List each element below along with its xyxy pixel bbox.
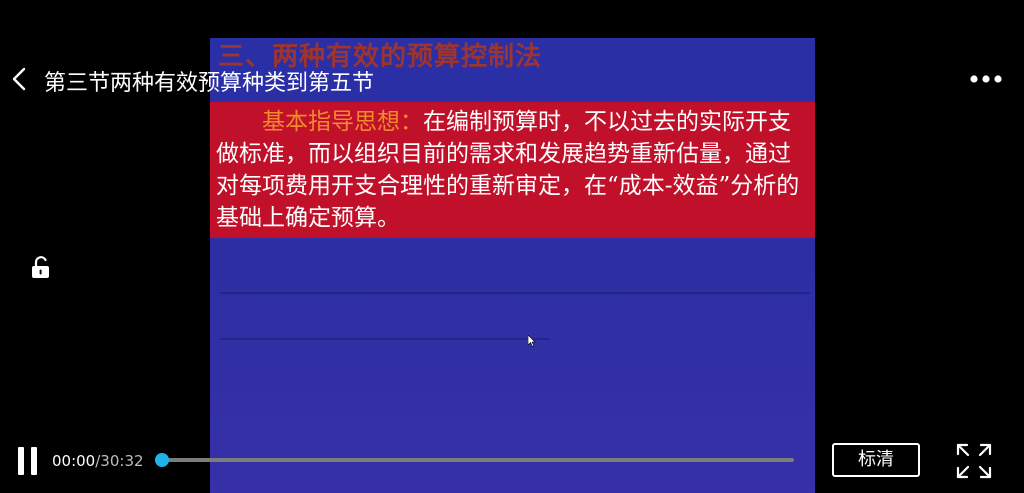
duration: 30:32 bbox=[100, 452, 144, 470]
top-bar: 第三节两种有效预算种类到第五节 bbox=[0, 55, 1024, 103]
quality-button[interactable]: 标清 bbox=[832, 443, 920, 477]
highlight-box: 基本指导思想：在编制预算时，不以过去的实际开支做标准，而以组织目前的需求和发展趋… bbox=[210, 102, 815, 238]
faint-text-line bbox=[220, 292, 810, 294]
unlock-icon[interactable] bbox=[30, 255, 52, 279]
slide-lead-label: 基本指导思想： bbox=[262, 109, 423, 135]
more-dots-icon[interactable] bbox=[966, 67, 1006, 91]
chevron-left-icon[interactable] bbox=[8, 66, 34, 92]
playback-controls: 00:00/30:32 标清 bbox=[0, 440, 1024, 484]
time-display: 00:00/30:32 bbox=[52, 452, 144, 470]
video-frame[interactable]: 三、两种有效的预算控制法 基本指导思想：在编制预算时，不以过去的实际开支做标准，… bbox=[210, 38, 815, 493]
faint-text-line bbox=[220, 338, 550, 340]
current-time: 00:00 bbox=[52, 452, 96, 470]
mouse-cursor-icon bbox=[528, 335, 536, 347]
pause-icon[interactable] bbox=[16, 447, 40, 475]
fullscreen-icon[interactable] bbox=[955, 442, 993, 480]
progress-track[interactable] bbox=[162, 458, 794, 462]
slide-body: 基本指导思想：在编制预算时，不以过去的实际开支做标准，而以组织目前的需求和发展趋… bbox=[216, 106, 811, 234]
video-title: 第三节两种有效预算种类到第五节 bbox=[44, 71, 375, 96]
progress-knob[interactable] bbox=[155, 453, 169, 467]
